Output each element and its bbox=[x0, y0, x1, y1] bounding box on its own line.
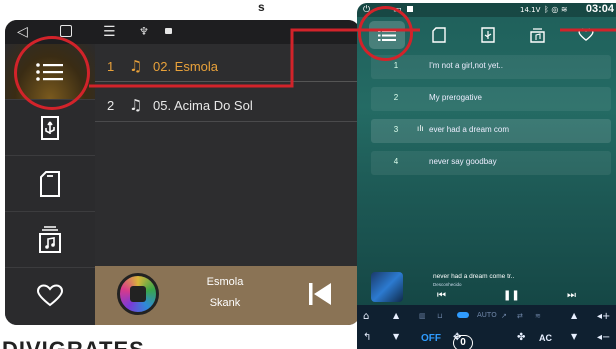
back-icon[interactable]: ↰ bbox=[363, 332, 371, 343]
pause-icon[interactable]: ❚❚ bbox=[503, 290, 520, 301]
climate-control-bar: ⌂ ▲ ▥ ⊔ AUTO ↗ ⇄ ≋ ▲ ◂+ ↰ ▼ OFF ✥ ✤ AC ▼… bbox=[357, 305, 616, 349]
tab-favorites[interactable] bbox=[568, 21, 604, 49]
caption-fragment-bottom: DIVIGRATES bbox=[2, 337, 145, 349]
right-track-row[interactable]: 2 My prerogative bbox=[371, 87, 611, 111]
sd-card-icon bbox=[432, 27, 446, 43]
music-folder-icon bbox=[39, 225, 61, 253]
previous-track-icon[interactable] bbox=[308, 281, 332, 307]
track-number: 2 bbox=[393, 93, 399, 102]
fan-high-icon[interactable]: ✤ bbox=[517, 332, 525, 343]
ac-button[interactable]: AC bbox=[539, 333, 552, 343]
now-playing-song: Esmola bbox=[206, 276, 244, 288]
previous-track-icon[interactable]: ⏮ bbox=[437, 290, 446, 301]
usb-drive-icon bbox=[41, 115, 59, 140]
right-track-row-playing[interactable]: 3 ılı ever had a dream com bbox=[371, 119, 611, 143]
next-track-icon[interactable]: ⏭ bbox=[567, 290, 576, 301]
screenshot-stage: s ◁ ☰ ♆ 1 ♫ 02. Esmola 2 ♫ 05. Acima Do … bbox=[0, 0, 616, 349]
track-title: My prerogative bbox=[429, 93, 482, 102]
right-track-row[interactable]: 1 I'm not a girl,not yet.. bbox=[371, 55, 611, 79]
music-note-icon: ♫ bbox=[129, 57, 143, 75]
annotation-circle-left bbox=[14, 36, 90, 110]
right-album-art[interactable] bbox=[371, 272, 403, 302]
right-now-playing-artist: Desconhecido bbox=[433, 282, 462, 287]
sidebar-item-favorites[interactable] bbox=[5, 268, 95, 323]
tab-music-folder[interactable] bbox=[519, 21, 555, 49]
back-icon[interactable]: ◁ bbox=[17, 24, 28, 40]
volume-down-icon[interactable]: ◂− bbox=[597, 332, 610, 343]
usb-drive-icon bbox=[481, 27, 495, 43]
track-title: ever had a dream com bbox=[429, 125, 510, 134]
right-now-playing-title: never had a dream come tr.. bbox=[433, 273, 515, 280]
seat-heat-icon[interactable]: ≋ bbox=[535, 312, 541, 320]
album-art-disc bbox=[117, 273, 159, 315]
sidebar-item-sd[interactable] bbox=[5, 156, 95, 211]
track-number: 1 bbox=[393, 61, 399, 70]
left-track-list: 1 ♫ 02. Esmola 2 ♫ 05. Acima Do Sol bbox=[95, 44, 360, 266]
heart-icon bbox=[578, 28, 594, 42]
track-title: 02. Esmola bbox=[153, 59, 219, 74]
track-title: never say goodbay bbox=[429, 157, 497, 166]
notification-icon bbox=[165, 28, 172, 34]
sidebar-item-music-folder[interactable] bbox=[5, 212, 95, 267]
track-number: 1 bbox=[107, 59, 115, 74]
volume-up-icon[interactable]: ◂+ bbox=[597, 311, 610, 322]
voltage-readout: 14.1V bbox=[520, 6, 541, 14]
tab-sd[interactable] bbox=[421, 21, 457, 49]
menu-icon[interactable]: ☰ bbox=[103, 24, 116, 40]
temp-up-icon[interactable]: ▲ bbox=[393, 311, 399, 320]
vent-icon[interactable]: ⇄ bbox=[517, 312, 523, 320]
track-row[interactable]: 1 ♫ 02. Esmola bbox=[95, 48, 360, 82]
track-title: I'm not a girl,not yet.. bbox=[429, 61, 504, 70]
tab-usb[interactable] bbox=[470, 21, 506, 49]
status-time: 03:04 bbox=[585, 3, 614, 15]
track-number: 3 bbox=[393, 125, 399, 134]
track-number: 4 bbox=[393, 157, 399, 166]
heart-icon bbox=[36, 283, 64, 306]
music-note-icon: ♫ bbox=[129, 96, 143, 114]
track-title: 05. Acima Do Sol bbox=[153, 98, 253, 113]
fan-speed-indicator: 0 bbox=[453, 335, 473, 349]
fan-direction-icon[interactable]: ↗ bbox=[501, 312, 507, 320]
temp-down-right-icon[interactable]: ▼ bbox=[571, 332, 577, 341]
rear-defrost-icon[interactable]: ⊔ bbox=[437, 312, 442, 320]
defrost-icon[interactable]: ▥ bbox=[419, 312, 426, 320]
home-icon[interactable]: ⌂ bbox=[363, 311, 369, 322]
equalizer-icon: ılı bbox=[417, 124, 424, 133]
recirculation-icon[interactable] bbox=[457, 312, 469, 318]
left-now-playing-bar: Esmola Skank bbox=[95, 266, 360, 325]
track-row[interactable]: 2 ♫ 05. Acima Do Sol bbox=[95, 82, 360, 122]
track-number: 2 bbox=[107, 98, 115, 113]
right-track-row[interactable]: 4 never say goodbay bbox=[371, 151, 611, 175]
bluetooth-icon: ᛒ ◎ ≋ bbox=[544, 5, 568, 14]
sd-card-icon bbox=[40, 170, 60, 197]
notification-icon bbox=[407, 6, 413, 12]
temp-down-icon[interactable]: ▼ bbox=[393, 332, 399, 341]
climate-off-button[interactable]: OFF bbox=[421, 333, 441, 344]
caption-fragment-top: s bbox=[258, 0, 265, 14]
now-playing-artist: Skank bbox=[209, 297, 241, 309]
square-icon[interactable] bbox=[60, 25, 72, 37]
auto-label[interactable]: AUTO bbox=[477, 311, 497, 319]
usb-icon: ♆ bbox=[139, 25, 149, 38]
annotation-circle-right bbox=[358, 6, 413, 61]
temp-up-right-icon[interactable]: ▲ bbox=[571, 311, 577, 320]
music-folder-icon bbox=[529, 28, 545, 43]
